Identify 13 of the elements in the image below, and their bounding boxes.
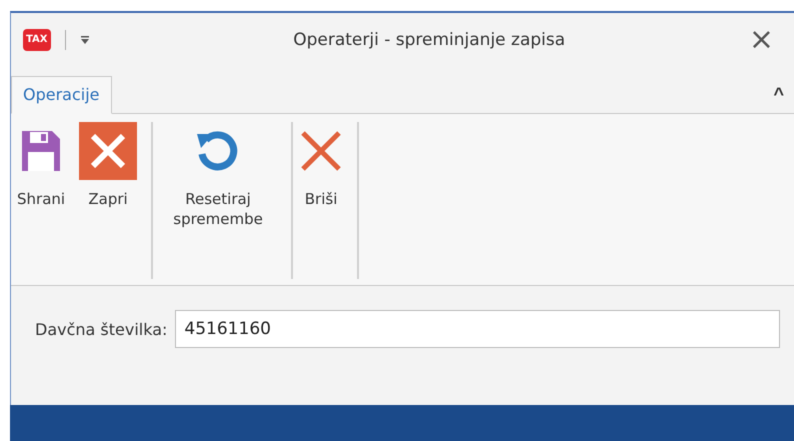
- app-logo: TAX: [23, 29, 50, 51]
- delete-button[interactable]: Briši: [293, 122, 350, 210]
- close-icon: [79, 122, 138, 180]
- save-button[interactable]: Shrani: [11, 122, 72, 210]
- dropdown-icon[interactable]: [80, 35, 90, 45]
- close-button[interactable]: Zapri: [73, 122, 144, 210]
- collapse-ribbon-button[interactable]: ^: [763, 84, 794, 113]
- field-label: Davčna številka:: [35, 320, 168, 338]
- window-title: Operaterji - spreminjanje zapisa: [292, 30, 566, 50]
- reset-button[interactable]: Resetiraj spremembe: [153, 122, 284, 229]
- ribbon-tab[interactable]: Operacije: [11, 76, 112, 114]
- tax-number-field[interactable]: 45161160: [175, 310, 780, 348]
- close-button[interactable]: ×: [728, 25, 794, 55]
